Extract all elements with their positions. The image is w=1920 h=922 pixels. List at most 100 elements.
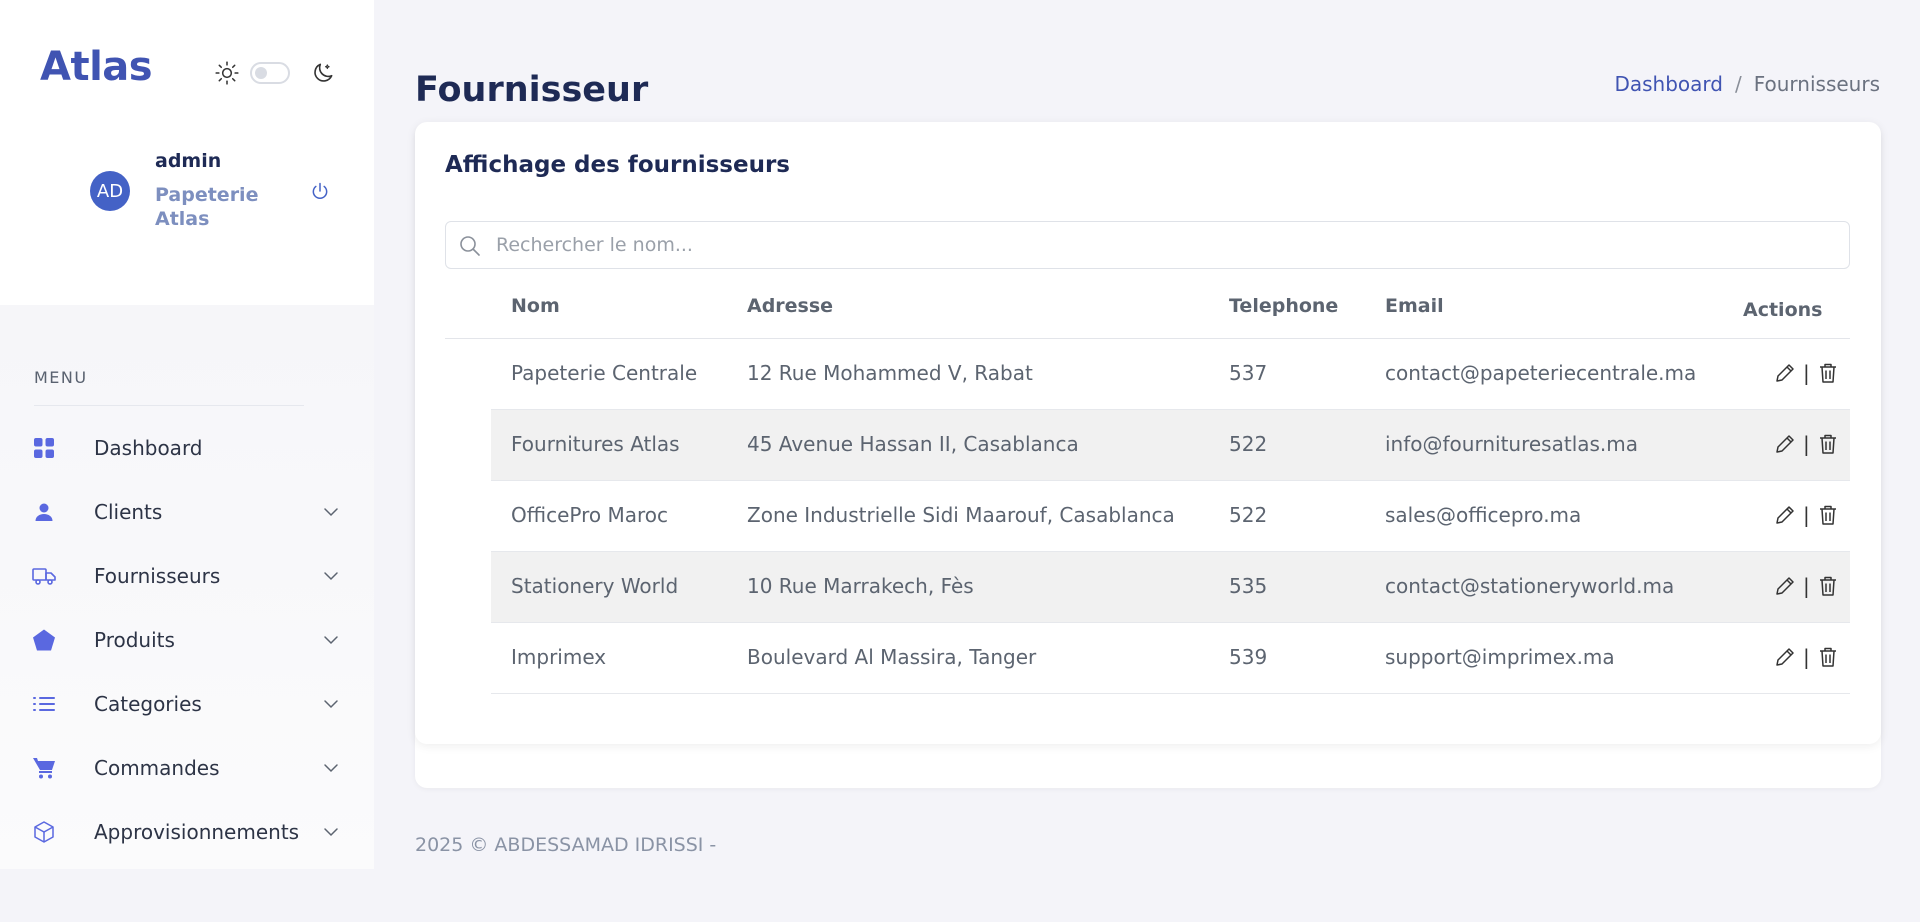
sidebar-item-label: Fournisseurs xyxy=(94,564,221,588)
sidebar: Atlas AD admin Papeterie Atlas MENU Dash… xyxy=(0,0,374,869)
power-icon[interactable] xyxy=(310,181,330,201)
cell-actions: | xyxy=(1773,574,1840,598)
column-header-adresse[interactable]: Adresse xyxy=(747,295,833,317)
cell-telephone: 522 xyxy=(1229,432,1268,456)
edit-pencil-icon[interactable] xyxy=(1773,361,1797,385)
sidebar-item-fournisseurs[interactable]: Fournisseurs xyxy=(0,544,374,608)
cell-actions: | xyxy=(1773,432,1840,456)
sidebar-item-label: Clients xyxy=(94,500,163,524)
column-header-email[interactable]: Email xyxy=(1385,295,1444,317)
user-profile: AD admin Papeterie Atlas xyxy=(90,150,340,240)
chevron-down-icon[interactable] xyxy=(320,693,342,715)
footer-copyright: 2025 © ABDESSAMAD IDRISSI - xyxy=(415,834,717,856)
edit-pencil-icon[interactable] xyxy=(1773,645,1797,669)
brand-logo[interactable]: Atlas xyxy=(40,44,153,90)
cell-email: contact@papeteriecentrale.ma xyxy=(1385,361,1697,385)
delete-trash-icon[interactable] xyxy=(1816,503,1840,527)
sidebar-item-label: Categories xyxy=(94,692,202,716)
cell-nom: Stationery World xyxy=(511,574,679,598)
sidebar-item-approvisionnements[interactable]: Approvisionnements xyxy=(0,800,374,864)
breadcrumb-current: Fournisseurs xyxy=(1753,72,1880,96)
sidebar-item-clients[interactable]: Clients xyxy=(0,480,374,544)
cell-email: info@fournituresatlas.ma xyxy=(1385,432,1639,456)
suppliers-table: Nom Adresse Telephone Email Actions Pape… xyxy=(445,277,1850,694)
sidebar-menu: Dashboard Clients Fournisseurs Produits … xyxy=(0,416,374,864)
action-separator: | xyxy=(1803,503,1810,527)
breadcrumb-separator: / xyxy=(1734,72,1742,96)
chevron-down-icon[interactable] xyxy=(320,565,342,587)
breadcrumb-home-link[interactable]: Dashboard xyxy=(1614,72,1723,96)
edit-pencil-icon[interactable] xyxy=(1773,432,1797,456)
cell-nom: Papeterie Centrale xyxy=(511,361,698,385)
cell-actions: | xyxy=(1773,503,1840,527)
delete-trash-icon[interactable] xyxy=(1816,361,1840,385)
user-name: admin xyxy=(155,150,222,172)
cell-adresse: 10 Rue Marrakech, Fès xyxy=(747,574,974,598)
chevron-down-icon[interactable] xyxy=(320,629,342,651)
page-title: Fournisseur xyxy=(415,70,649,110)
cell-telephone: 522 xyxy=(1229,503,1268,527)
search-icon xyxy=(458,234,482,258)
list-icon xyxy=(32,692,56,716)
sidebar-item-label: Dashboard xyxy=(94,436,203,460)
column-header-actions: Actions xyxy=(1743,299,1823,321)
menu-title: MENU xyxy=(34,368,88,387)
delete-trash-icon[interactable] xyxy=(1816,645,1840,669)
card-title: Affichage des fournisseurs xyxy=(445,152,790,178)
theme-switch[interactable] xyxy=(250,62,290,84)
table-row: Imprimex Boulevard Al Massira, Tanger 53… xyxy=(491,623,1850,694)
column-header-nom[interactable]: Nom xyxy=(511,295,560,317)
sidebar-item-categories[interactable]: Categories xyxy=(0,672,374,736)
cell-adresse: Zone Industrielle Sidi Maarouf, Casablan… xyxy=(747,503,1175,527)
cell-telephone: 535 xyxy=(1229,574,1268,598)
chevron-down-icon[interactable] xyxy=(320,757,342,779)
cell-email: sales@officepro.ma xyxy=(1385,503,1582,527)
theme-toggle xyxy=(214,60,336,86)
sidebar-item-label: Approvisionnements xyxy=(94,820,300,844)
search-input[interactable] xyxy=(496,222,1836,268)
user-icon xyxy=(32,500,56,524)
delete-trash-icon[interactable] xyxy=(1816,574,1840,598)
edit-pencil-icon[interactable] xyxy=(1773,503,1797,527)
delete-trash-icon[interactable] xyxy=(1816,432,1840,456)
action-separator: | xyxy=(1803,574,1810,598)
table-row: Papeterie Centrale 12 Rue Mohammed V, Ra… xyxy=(491,339,1850,410)
chevron-down-icon[interactable] xyxy=(320,501,342,523)
search-box xyxy=(445,221,1850,269)
suppliers-card: Affichage des fournisseurs Nom Adresse T… xyxy=(415,122,1881,744)
action-separator: | xyxy=(1803,645,1810,669)
table-row: Stationery World 10 Rue Marrakech, Fès 5… xyxy=(491,552,1850,623)
menu-divider xyxy=(34,405,304,406)
chevron-down-icon[interactable] xyxy=(320,821,342,843)
cell-adresse: 45 Avenue Hassan II, Casablanca xyxy=(747,432,1079,456)
cell-adresse: Boulevard Al Massira, Tanger xyxy=(747,645,1037,669)
cell-nom: Imprimex xyxy=(511,645,607,669)
cell-email: support@imprimex.ma xyxy=(1385,645,1615,669)
cell-email: contact@stationeryworld.ma xyxy=(1385,574,1675,598)
cell-nom: Fournitures Atlas xyxy=(511,432,680,456)
cell-telephone: 539 xyxy=(1229,645,1268,669)
box-icon xyxy=(32,820,56,844)
moon-icon xyxy=(310,60,336,86)
sidebar-item-dashboard[interactable]: Dashboard xyxy=(0,416,374,480)
cell-adresse: 12 Rue Mohammed V, Rabat xyxy=(747,361,1033,385)
cart-icon xyxy=(32,756,56,780)
sidebar-item-label: Produits xyxy=(94,628,175,652)
edit-pencil-icon[interactable] xyxy=(1773,574,1797,598)
action-separator: | xyxy=(1803,361,1810,385)
table-header: Nom Adresse Telephone Email Actions xyxy=(445,277,1850,339)
sidebar-item-label: Commandes xyxy=(94,756,220,780)
cell-actions: | xyxy=(1773,361,1840,385)
sidebar-item-commandes[interactable]: Commandes xyxy=(0,736,374,800)
pentagon-icon xyxy=(32,628,56,652)
column-header-telephone[interactable]: Telephone xyxy=(1229,295,1338,317)
table-row: Fournitures Atlas 45 Avenue Hassan II, C… xyxy=(491,410,1850,481)
cell-telephone: 537 xyxy=(1229,361,1268,385)
user-organization: Papeterie Atlas xyxy=(155,184,259,230)
sidebar-item-produits[interactable]: Produits xyxy=(0,608,374,672)
avatar[interactable]: AD xyxy=(90,171,130,211)
sun-icon xyxy=(214,60,240,86)
truck-icon xyxy=(32,564,56,588)
action-separator: | xyxy=(1803,432,1810,456)
cell-nom: OfficePro Maroc xyxy=(511,503,668,527)
